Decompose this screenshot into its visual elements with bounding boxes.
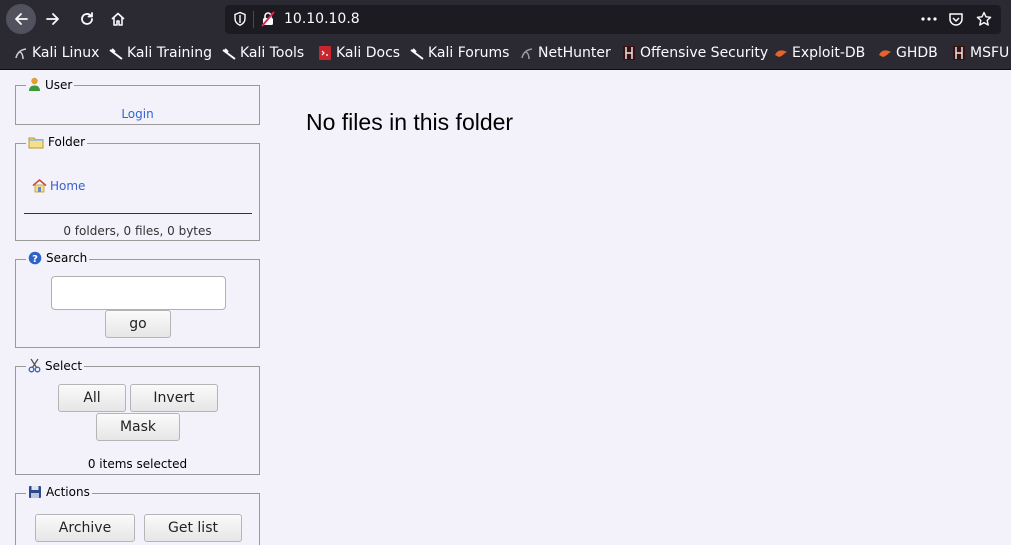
bookmark-label: MSFU [970,45,1010,61]
insecure-lock-icon[interactable] [260,11,276,27]
actions-panel-legend: Actions [26,485,92,499]
archive-label: Archive [58,520,112,536]
kali-docs-icon [319,46,331,60]
select-all-label: All [83,390,101,406]
bookmark-kali-tools[interactable]: Kali Tools [222,45,304,61]
bookmark-kali-forums[interactable]: Kali Forums [410,45,509,61]
search-panel: ? Search go [15,251,260,348]
home-icon [111,12,125,26]
bookmark-exploit-db[interactable]: Exploit-DB [774,45,865,61]
select-panel-legend: Select [26,358,85,373]
url-text[interactable]: 10.10.10.8 [284,11,360,27]
user-panel: User Login [15,77,260,125]
search-input[interactable] [51,276,226,310]
page-actions-icon[interactable] [920,11,938,27]
get-list-button[interactable]: Get list [144,514,242,542]
kali-training-icon [109,48,123,60]
mask-label: Mask [119,419,157,435]
user-panel-legend: User [26,77,75,92]
search-panel-title: Search [46,251,88,265]
bookmark-label: NetHunter [538,45,611,61]
forward-arrow-icon [46,13,59,25]
empty-folder-message: No files in this folder [306,109,514,135]
bookmark-label: Kali Training [127,45,212,61]
bookmark-offensive-security[interactable]: Offensive Security [622,45,768,61]
tracking-shield-icon[interactable] [233,11,247,27]
url-bar[interactable]: 10.10.10.8 [225,5,1001,34]
user-panel-title: User [45,78,73,92]
bookmark-label: Kali Linux [32,45,100,61]
home-folder-link[interactable]: Home [50,179,85,193]
invert-selection-label: Invert [153,390,195,406]
bookmark-msfu[interactable]: MSFU [952,45,1009,61]
bookmark-label: Kali Docs [336,45,401,61]
save-disk-icon [29,486,41,498]
go-button-label: go [129,316,147,332]
bookmark-kali-docs[interactable]: Kali Docs [318,45,400,61]
kali-tools-icon [222,48,236,60]
folder-panel: Folder Home 0 folders, 0 files, 0 bytes [15,135,260,241]
pocket-icon[interactable] [948,11,964,27]
folder-stats: 0 folders, 0 files, 0 bytes [63,224,212,238]
bookmark-star-icon[interactable] [976,11,992,27]
selection-status: 0 items selected [87,457,188,471]
bookmark-label: Kali Tools [240,45,305,61]
actions-panel: Actions Archive Get list [15,485,260,545]
folder-panel-title: Folder [48,135,86,149]
home-folder-entry[interactable]: Home [32,178,85,193]
select-panel: Select All Invert Mask 0 items selected [15,358,260,475]
home-folder-icon [32,178,47,193]
kali-dragon-icon [15,48,27,60]
ghdb-icon [879,50,891,57]
nethunter-icon [521,48,533,60]
login-link[interactable]: Login [121,107,153,121]
invert-selection-button[interactable]: Invert [130,384,218,412]
reload-button[interactable] [72,4,102,34]
select-panel-title: Select [45,359,83,373]
bookmark-label: Exploit-DB [792,45,866,61]
svg-text:?: ? [32,254,38,265]
back-arrow-icon [15,13,28,25]
folder-icon [28,137,44,149]
folder-panel-legend: Folder [26,135,88,149]
bookmark-kali-linux[interactable]: Kali Linux [14,45,99,61]
go-button[interactable]: go [105,310,171,338]
select-all-button[interactable]: All [58,384,126,412]
back-button[interactable] [6,4,36,34]
bookmark-ghdb[interactable]: GHDB [878,45,938,61]
folder-divider [24,213,252,214]
kali-forums-icon [410,48,424,60]
archive-button[interactable]: Archive [35,514,135,542]
search-panel-legend: ? Search [26,251,90,265]
browser-toolbar: 10.10.10.8 [0,0,1011,39]
bookmark-kali-training[interactable]: Kali Training [109,45,212,61]
user-icon [29,77,40,91]
bookmarks-bar: Kali Linux Kali Training Kali Tools Kali… [0,39,1011,70]
exploit-db-icon [775,50,787,57]
page-content: User Login Folder Home 0 folders, 0 file… [0,71,1011,545]
help-icon: ? [28,251,42,265]
url-separator [253,11,254,28]
offensive-security-icon [623,46,635,60]
actions-panel-title: Actions [46,485,90,499]
bookmark-label: Kali Forums [428,45,510,61]
bookmark-label: Offensive Security [640,45,769,61]
reload-icon [81,12,93,25]
forward-button[interactable] [38,4,68,34]
msfu-icon [953,46,965,60]
scissors-icon [28,358,41,373]
mask-button[interactable]: Mask [96,413,180,441]
get-list-label: Get list [168,520,218,536]
bookmark-nethunter[interactable]: NetHunter [520,45,611,61]
home-button[interactable] [103,4,133,34]
bookmark-label: GHDB [896,45,938,61]
